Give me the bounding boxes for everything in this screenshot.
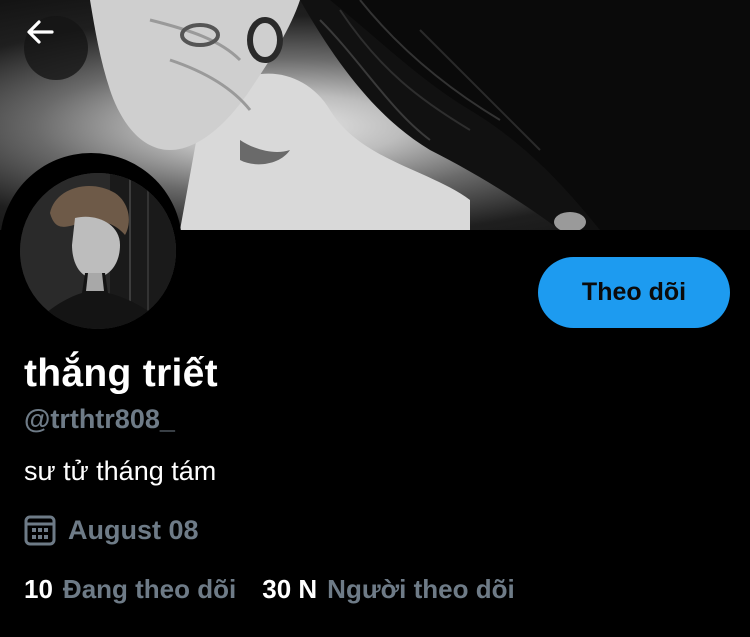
followers-label[interactable]: Người theo dõi bbox=[327, 574, 515, 605]
following-label[interactable]: Đang theo dõi bbox=[63, 574, 236, 605]
birthday-date: August 08 bbox=[68, 514, 199, 545]
follow-stats: 10 Đang theo dõi 30 N Người theo dõi bbox=[24, 574, 515, 605]
avatar-photo bbox=[20, 173, 176, 329]
following-count[interactable]: 10 bbox=[24, 574, 53, 605]
display-name: thắng triết bbox=[24, 352, 218, 395]
back-button[interactable] bbox=[24, 16, 88, 80]
bio-text: sư tử tháng tám bbox=[24, 456, 217, 486]
avatar[interactable] bbox=[20, 173, 176, 329]
follow-button[interactable]: Theo dõi bbox=[538, 257, 730, 328]
user-handle: @trthtr808_ bbox=[24, 404, 175, 434]
arrow-left-icon bbox=[27, 20, 54, 44]
birthday-row: August 08 bbox=[24, 514, 199, 546]
calendar-icon bbox=[24, 515, 56, 546]
followers-count[interactable]: 30 N bbox=[262, 574, 317, 605]
